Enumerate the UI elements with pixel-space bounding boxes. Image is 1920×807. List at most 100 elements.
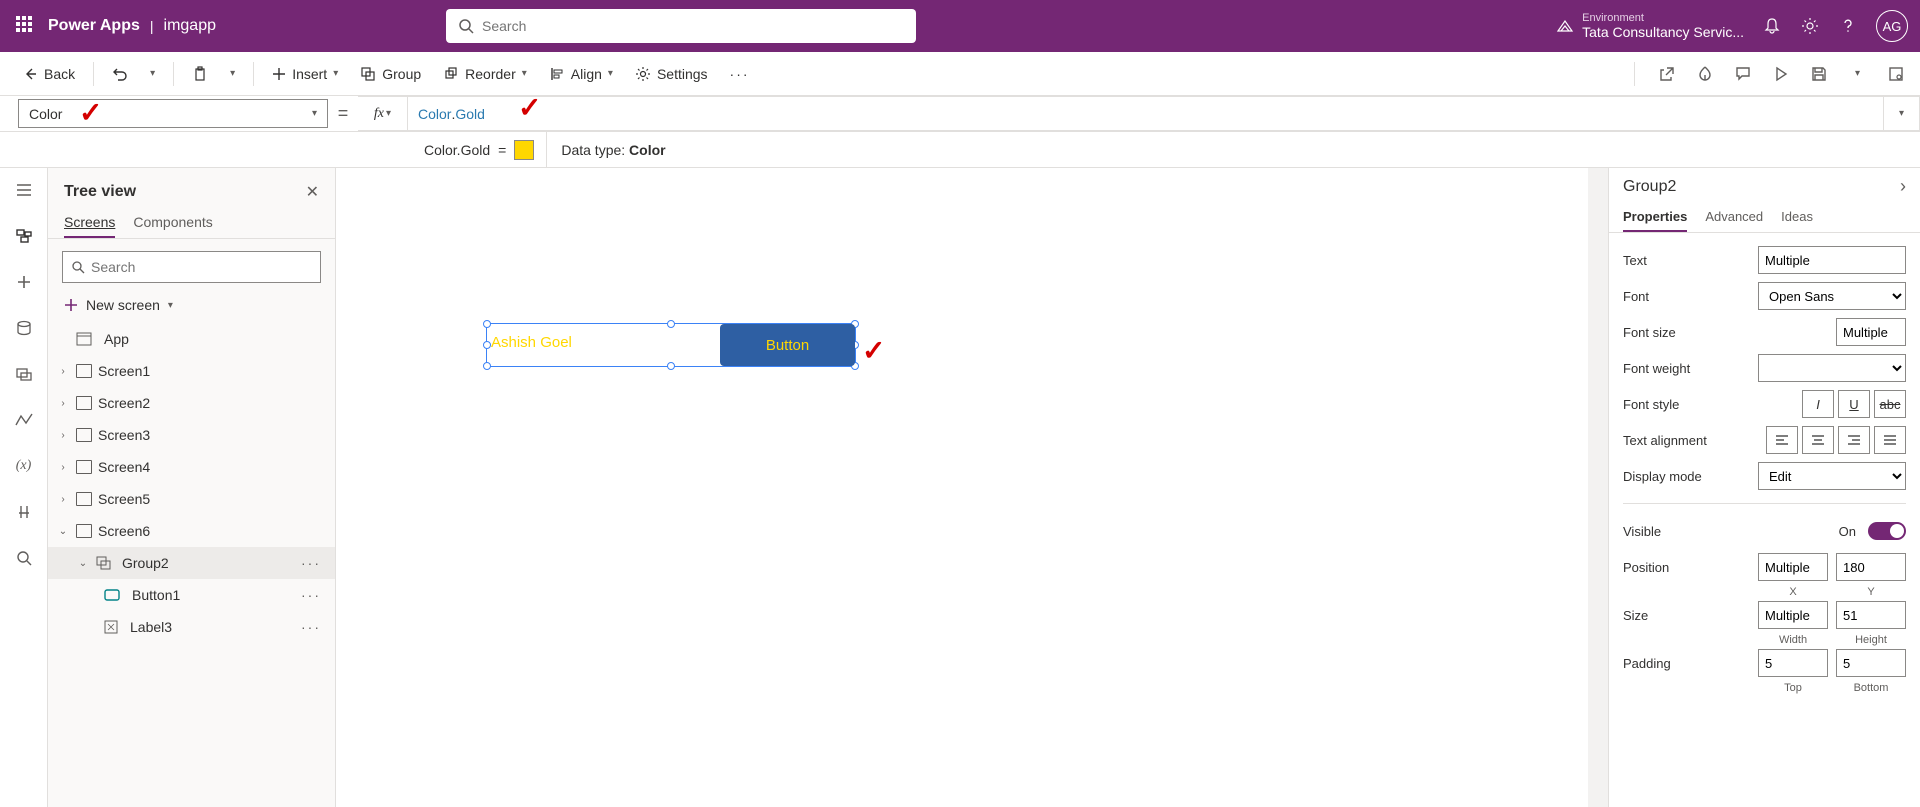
italic-button[interactable]: I <box>1802 390 1834 418</box>
align-right-button[interactable] <box>1838 426 1870 454</box>
text-input[interactable] <box>1758 246 1906 274</box>
width-input[interactable] <box>1758 601 1828 629</box>
notifications-icon[interactable] <box>1762 16 1782 36</box>
environment-picker[interactable]: Environment Tata Consultancy Servic... <box>1556 12 1744 40</box>
tab-screens[interactable]: Screens <box>64 208 115 238</box>
comments-icon[interactable] <box>1733 64 1753 84</box>
align-left-button[interactable] <box>1766 426 1798 454</box>
treeview-icon[interactable] <box>12 224 36 248</box>
search-icon <box>458 18 474 34</box>
new-screen-button[interactable]: New screen ▾ <box>48 291 335 319</box>
data-icon[interactable] <box>12 316 36 340</box>
resize-handle[interactable] <box>483 320 491 328</box>
tree-item-app[interactable]: App <box>48 323 335 355</box>
property-selector[interactable]: Color ✓ ▾ <box>18 99 328 128</box>
align-justify-button[interactable] <box>1874 426 1906 454</box>
back-button[interactable]: Back <box>14 62 83 86</box>
padding-top-input[interactable] <box>1758 649 1828 677</box>
resize-handle[interactable] <box>667 362 675 370</box>
prop-label: Size <box>1623 608 1750 623</box>
play-icon[interactable] <box>1771 64 1791 84</box>
variables-icon[interactable]: (x) <box>12 454 36 478</box>
help-icon[interactable] <box>1838 16 1858 36</box>
fx-button[interactable]: fx▾ <box>358 96 408 131</box>
annotation-check-icon: ✓ <box>862 334 885 367</box>
fontweight-select[interactable] <box>1758 354 1906 382</box>
design-canvas[interactable]: Ashish Goel Button ✓ <box>336 168 1608 807</box>
formula-result: Color.Gold = <box>412 132 547 167</box>
paste-button[interactable] <box>184 62 216 86</box>
share-icon[interactable] <box>1657 64 1677 84</box>
save-icon[interactable] <box>1809 64 1829 84</box>
user-avatar[interactable]: AG <box>1876 10 1908 42</box>
insert-button[interactable]: Insert▾ <box>264 62 346 86</box>
tab-components[interactable]: Components <box>133 208 212 238</box>
align-button[interactable]: Align▾ <box>541 62 621 86</box>
underline-button[interactable]: U <box>1838 390 1870 418</box>
displaymode-select[interactable]: Edit <box>1758 462 1906 490</box>
close-icon[interactable]: ✕ <box>306 182 319 202</box>
more-icon[interactable]: ··· <box>301 587 321 603</box>
tree-item-screen[interactable]: ›Screen5 <box>48 483 335 515</box>
chevron-down-icon: ▾ <box>150 68 155 79</box>
tree-item-screen[interactable]: ⌄Screen6 <box>48 515 335 547</box>
checker-icon[interactable] <box>1695 64 1715 84</box>
save-dropdown[interactable]: ▾ <box>1847 64 1868 83</box>
resize-handle[interactable] <box>483 362 491 370</box>
more-button[interactable]: ··· <box>722 62 758 86</box>
chevron-right-icon[interactable]: › <box>1900 176 1906 197</box>
font-select[interactable]: Open Sans <box>1758 282 1906 310</box>
search-rail-icon[interactable] <box>12 546 36 570</box>
tree-item-group[interactable]: ⌄Group2··· <box>48 547 335 579</box>
tree-item-label-control[interactable]: Label3··· <box>48 611 335 643</box>
settings-button[interactable]: Settings <box>627 62 716 86</box>
publish-icon[interactable] <box>1886 64 1906 84</box>
resize-handle[interactable] <box>667 320 675 328</box>
insert-rail-icon[interactable] <box>12 270 36 294</box>
tree-item-label: Screen6 <box>98 523 150 539</box>
group-button[interactable]: Group <box>352 62 429 86</box>
align-center-button[interactable] <box>1802 426 1834 454</box>
padding-bottom-input[interactable] <box>1836 649 1906 677</box>
tree-item-screen[interactable]: ›Screen4 <box>48 451 335 483</box>
tree-item-screen[interactable]: ›Screen2 <box>48 387 335 419</box>
undo-dropdown[interactable]: ▾ <box>142 64 163 83</box>
tree-item-button[interactable]: Button1··· <box>48 579 335 611</box>
more-icon[interactable]: ··· <box>301 555 321 571</box>
tab-advanced[interactable]: Advanced <box>1705 203 1763 232</box>
media-icon[interactable] <box>12 362 36 386</box>
expand-formula-icon[interactable]: ▾ <box>1884 96 1920 131</box>
tree-item-screen[interactable]: ›Screen1 <box>48 355 335 387</box>
hamburger-icon[interactable] <box>12 178 36 202</box>
flows-icon[interactable] <box>12 408 36 432</box>
tree-search[interactable] <box>62 251 321 283</box>
tab-properties[interactable]: Properties <box>1623 203 1687 232</box>
canvas-button-control[interactable]: Button <box>720 324 855 366</box>
height-input[interactable] <box>1836 601 1906 629</box>
artboard[interactable]: Ashish Goel Button ✓ <box>336 168 1588 807</box>
tree-item-label: Screen1 <box>98 363 150 379</box>
waffle-icon[interactable] <box>16 16 36 36</box>
product-name: Power Apps <box>48 17 140 35</box>
canvas-label-control[interactable]: Ashish Goel <box>491 334 572 351</box>
position-y-input[interactable] <box>1836 553 1906 581</box>
settings-icon[interactable] <box>1800 16 1820 36</box>
formula-input[interactable]: Color.Gold ✓ <box>408 96 1884 131</box>
resize-handle[interactable] <box>483 341 491 349</box>
search-input[interactable] <box>482 18 904 34</box>
tree-item-screen[interactable]: ›Screen3 <box>48 419 335 451</box>
paste-dropdown[interactable]: ▾ <box>222 64 243 83</box>
reorder-button[interactable]: Reorder▾ <box>435 62 535 86</box>
tools-icon[interactable] <box>12 500 36 524</box>
more-icon[interactable]: ··· <box>301 619 321 635</box>
global-search[interactable] <box>446 9 916 43</box>
tree-item-label: Screen4 <box>98 459 150 475</box>
tab-ideas[interactable]: Ideas <box>1781 203 1813 232</box>
tree-search-input[interactable] <box>91 259 312 275</box>
fontsize-input[interactable] <box>1836 318 1906 346</box>
strike-button[interactable]: abc <box>1874 390 1906 418</box>
position-x-input[interactable] <box>1758 553 1828 581</box>
selected-group[interactable]: Ashish Goel Button <box>486 323 856 367</box>
visible-toggle[interactable] <box>1868 522 1906 540</box>
undo-button[interactable] <box>104 62 136 86</box>
